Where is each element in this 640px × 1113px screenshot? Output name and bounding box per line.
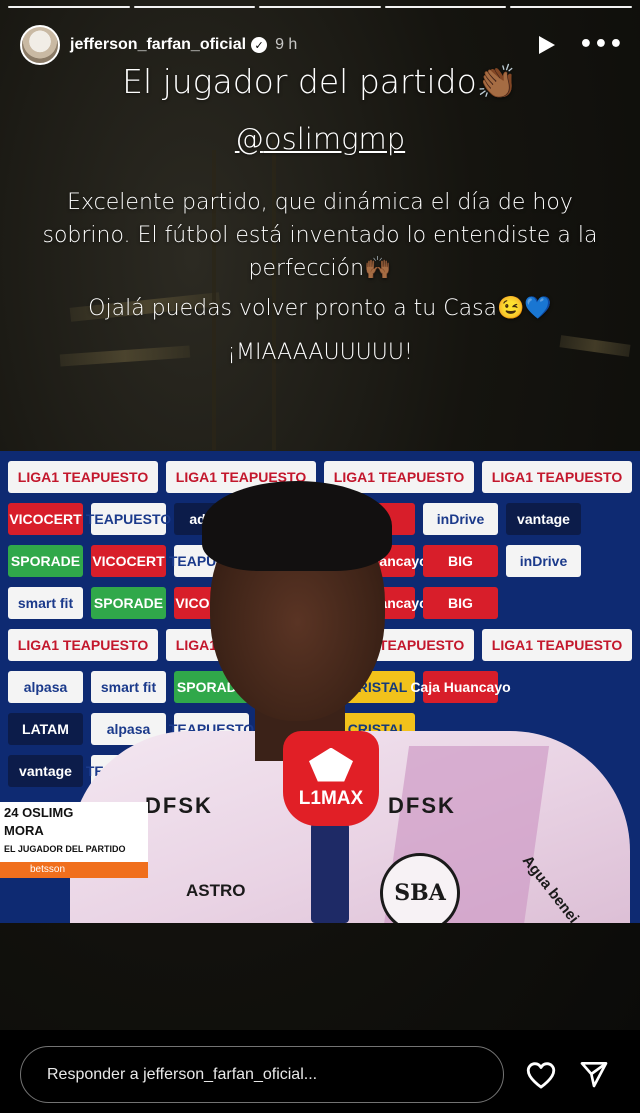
l1max-logo-icon — [309, 747, 353, 782]
story-message-2: Ojalá puedas volver pronto a tu Casa😉💙 — [88, 296, 552, 321]
reply-box[interactable] — [20, 1046, 504, 1103]
send-icon[interactable] — [578, 1058, 610, 1090]
story-header: jefferson_farfan_oficial ✓ 9 h ••• — [20, 24, 624, 66]
progress-segment — [133, 6, 256, 8]
microphone-label: L1MAX — [298, 787, 364, 809]
progress-segment — [384, 6, 507, 8]
mention-handle: oslimgmp — [263, 122, 406, 156]
story-progress-bar — [8, 6, 632, 8]
lower-third-sponsor: betsson — [0, 862, 148, 878]
player-figure: DFSK DFSK ASTRO Agua benei SBA — [70, 481, 630, 923]
story-media[interactable]: jefferson_farfan_oficial ✓ 9 h ••• El ju… — [0, 0, 640, 1030]
play-icon[interactable] — [538, 36, 555, 54]
microphone: L1MAX — [283, 731, 379, 826]
shirt-brand-left: DFSK — [145, 793, 213, 818]
threads-at-icon: @ — [234, 122, 264, 156]
story-title: El jugador del partido👏🏾 — [122, 62, 518, 101]
progress-segment — [259, 6, 381, 8]
progress-segment — [510, 6, 632, 8]
reply-input[interactable] — [47, 1065, 487, 1084]
shirt-astro: ASTRO — [186, 881, 246, 900]
shirt-brand-right: DFSK — [388, 793, 456, 818]
progress-segment — [8, 6, 130, 8]
club-seal: SBA — [380, 853, 460, 923]
player-hair — [202, 481, 392, 571]
lower-third: 24 OSLIMG MORA EL JUGADOR DEL PARTIDO be… — [0, 802, 148, 878]
more-icon[interactable]: ••• — [579, 34, 624, 56]
heart-icon[interactable] — [524, 1058, 558, 1092]
username[interactable]: jefferson_farfan_oficial — [70, 36, 246, 54]
mention-sticker[interactable]: @oslimgmp — [0, 122, 640, 156]
header-actions: ••• — [538, 34, 624, 56]
lower-third-name-2: MORA — [4, 823, 44, 838]
microphone-handle — [311, 823, 349, 923]
avatar[interactable] — [20, 25, 60, 65]
post-time: 9 h — [275, 36, 298, 53]
verified-badge-icon: ✓ — [251, 37, 268, 53]
tv-broadcast-image: LIGA1 TEAPUESTO LIGA1 TEAPUESTO LIGA1 TE… — [0, 451, 640, 923]
story-message-3: ¡MIAAAAUUUUU! — [227, 340, 413, 365]
lower-third-name: 24 OSLIMG — [4, 805, 74, 820]
story-message: Excelente partido, que dinámica el día d… — [42, 190, 598, 281]
lower-third-role: EL JUGADOR DEL PARTIDO — [4, 844, 126, 854]
